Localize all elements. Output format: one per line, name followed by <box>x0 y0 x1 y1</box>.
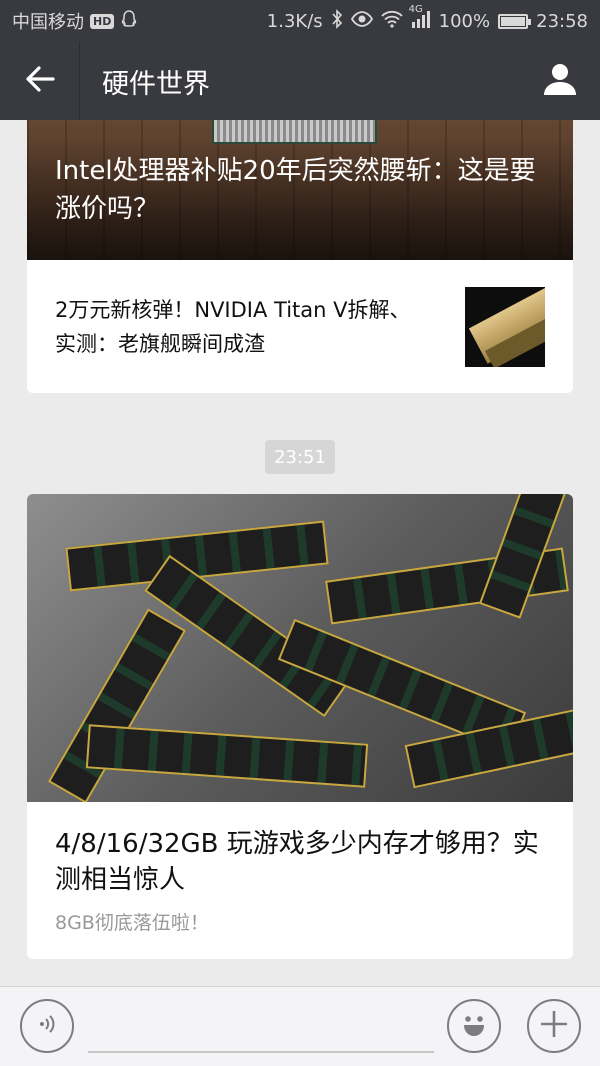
eye-icon <box>350 10 373 32</box>
battery-level <box>501 16 526 26</box>
sub-article-thumbnail <box>465 286 545 367</box>
network-speed: 1.3K/s <box>266 10 323 32</box>
profile-button[interactable] <box>520 42 600 120</box>
wifi-icon <box>381 10 403 33</box>
hero-article[interactable]: Intel处理器补贴20年后突然腰斩：这是要涨价吗？ <box>27 120 573 260</box>
message-list[interactable]: Intel处理器补贴20年后突然腰斩：这是要涨价吗？ 2万元新核弹！NVIDIA… <box>0 120 600 986</box>
page-title: 硬件世界 <box>102 68 210 100</box>
qq-icon <box>120 9 138 34</box>
hd-badge: HD <box>90 13 115 29</box>
article-card: Intel处理器补贴20年后突然腰斩：这是要涨价吗？ 2万元新核弹！NVIDIA… <box>27 120 573 393</box>
chat-header: 硬件世界 <box>0 42 600 120</box>
back-button[interactable] <box>0 42 80 120</box>
carrier-label: 中国移动 <box>12 12 84 33</box>
emoji-icon <box>457 1007 491 1045</box>
plus-icon <box>539 1009 569 1043</box>
emoji-button[interactable] <box>447 999 501 1053</box>
voice-button[interactable] <box>20 999 74 1053</box>
battery-icon <box>498 13 532 29</box>
article-subtitle: 8GB彻底落伍啦！ <box>55 912 209 934</box>
sub-article[interactable]: 2万元新核弹！NVIDIA Titan V拆解、实测：老旗舰瞬间成渣 <box>27 260 573 393</box>
signal-icon: 4G <box>409 4 431 33</box>
back-arrow-icon <box>25 66 55 96</box>
network-type: 4G <box>408 3 423 15</box>
voice-icon <box>35 1012 59 1040</box>
bluetooth-icon <box>331 8 343 34</box>
battery-percent: 100% <box>438 10 491 32</box>
clock: 23:58 <box>536 10 588 32</box>
profile-icon <box>542 61 578 101</box>
article-card[interactable]: 4/8/16/32GB 玩游戏多少内存才够用？实测相当惊人 8GB彻底落伍啦！ <box>27 494 573 959</box>
status-bar: 中国移动 HD 1.3K/s 4G 100% 23:58 <box>0 0 600 42</box>
ram-stick <box>85 724 369 788</box>
sub-article-title: 2万元新核弹！NVIDIA Titan V拆解、实测：老旗舰瞬间成渣 <box>55 297 411 356</box>
message-timestamp: 23:51 <box>265 440 335 474</box>
article-cover-image <box>27 494 573 802</box>
article-title: 4/8/16/32GB 玩游戏多少内存才够用？实测相当惊人 <box>55 829 539 895</box>
input-bar <box>0 986 600 1066</box>
more-button[interactable] <box>527 999 581 1053</box>
hero-article-title: Intel处理器补贴20年后突然腰斩：这是要涨价吗？ <box>55 156 536 224</box>
message-input[interactable] <box>88 1051 434 1053</box>
